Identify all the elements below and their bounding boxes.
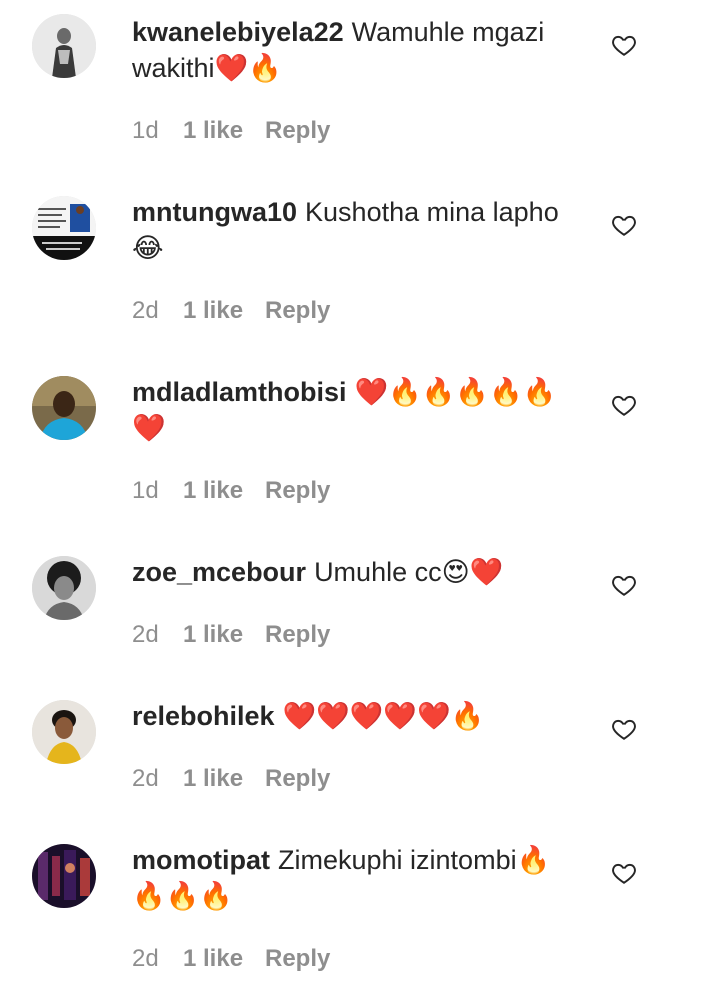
avatar[interactable] xyxy=(32,700,96,764)
avatar[interactable] xyxy=(32,844,96,908)
heart-icon[interactable] xyxy=(610,716,638,742)
comment-time[interactable]: 2d xyxy=(132,765,183,793)
comment-text-block: kwanelebiyela22 Wamuhle mgazi wakithi❤️🔥 xyxy=(132,14,572,86)
comment-likes[interactable]: 1 like xyxy=(183,621,265,649)
comment-time[interactable]: 1d xyxy=(132,477,183,505)
comment-text-block: mdladlamthobisi ❤️🔥🔥🔥🔥🔥❤️ xyxy=(132,374,572,446)
comment-likes[interactable]: 1 like xyxy=(183,117,265,145)
comment-likes[interactable]: 1 like xyxy=(183,945,265,973)
reply-button[interactable]: Reply xyxy=(265,477,330,505)
comment-username[interactable]: momotipat xyxy=(132,845,270,875)
comment-meta: 1d 1 like Reply xyxy=(132,477,330,505)
comment-meta: 2d 1 like Reply xyxy=(132,297,330,325)
comment-username[interactable]: kwanelebiyela22 xyxy=(132,17,344,47)
comment-text-block: relebohilek ❤️❤️❤️❤️❤️🔥 xyxy=(132,698,572,734)
comment-body: ❤️❤️❤️❤️❤️🔥 xyxy=(282,701,485,731)
comment-text-block: zoe_mcebour Umuhle cc😍❤️ xyxy=(132,554,572,590)
comment-username[interactable]: mntungwa10 xyxy=(132,197,297,227)
heart-icon[interactable] xyxy=(610,392,638,418)
reply-button[interactable]: Reply xyxy=(265,765,330,793)
comment-text-block: momotipat Zimekuphi izintombi🔥🔥🔥🔥 xyxy=(132,842,572,914)
comment-meta: 1d 1 like Reply xyxy=(132,117,330,145)
avatar[interactable] xyxy=(32,196,96,260)
comment-likes[interactable]: 1 like xyxy=(183,477,265,505)
comment-time[interactable]: 2d xyxy=(132,945,183,973)
comment-meta: 2d 1 like Reply xyxy=(132,621,330,649)
comment-username[interactable]: relebohilek xyxy=(132,701,275,731)
comment-username[interactable]: zoe_mcebour xyxy=(132,557,306,587)
avatar[interactable] xyxy=(32,14,96,78)
comment-likes[interactable]: 1 like xyxy=(183,765,265,793)
comment-text-block: mntungwa10 Kushotha mina lapho 😂 xyxy=(132,194,572,266)
reply-button[interactable]: Reply xyxy=(265,945,330,973)
comment-time[interactable]: 2d xyxy=(132,297,183,325)
heart-icon[interactable] xyxy=(610,212,638,238)
heart-icon[interactable] xyxy=(610,572,638,598)
avatar[interactable] xyxy=(32,376,96,440)
comment-time[interactable]: 1d xyxy=(132,117,183,145)
comment-body: Umuhle cc😍❤️ xyxy=(314,557,504,587)
comment-username[interactable]: mdladlamthobisi xyxy=(132,377,347,407)
comment-meta: 2d 1 like Reply xyxy=(132,765,330,793)
heart-icon[interactable] xyxy=(610,860,638,886)
comment-meta: 2d 1 like Reply xyxy=(132,945,330,973)
heart-icon[interactable] xyxy=(610,32,638,58)
reply-button[interactable]: Reply xyxy=(265,621,330,649)
reply-button[interactable]: Reply xyxy=(265,117,330,145)
comment-likes[interactable]: 1 like xyxy=(183,297,265,325)
reply-button[interactable]: Reply xyxy=(265,297,330,325)
avatar[interactable] xyxy=(32,556,96,620)
comment-time[interactable]: 2d xyxy=(132,621,183,649)
